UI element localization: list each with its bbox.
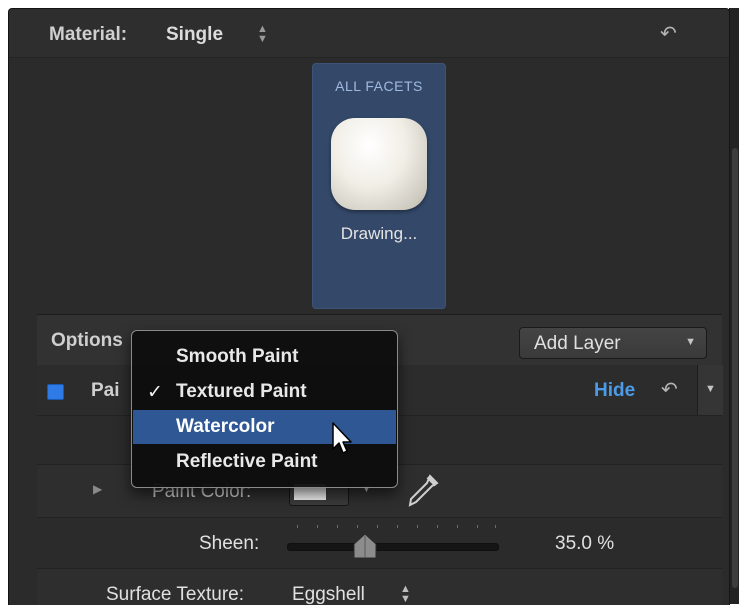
slider-ticks xyxy=(297,525,496,528)
eyedropper-icon[interactable] xyxy=(402,471,442,511)
sheen-row: Sheen: 35.0 % xyxy=(37,518,722,569)
menu-item-reflective-paint[interactable]: Reflective Paint xyxy=(133,445,396,479)
add-layer-popup[interactable]: Add Layer ▼ xyxy=(519,327,707,359)
scrollbar-thumb[interactable] xyxy=(732,148,738,588)
menu-item-smooth-paint[interactable]: Smooth Paint xyxy=(133,340,396,374)
up-down-arrows-icon[interactable]: ▲ ▼ xyxy=(257,24,268,45)
surface-texture-row: Surface Texture: Eggshell ▲ ▼ xyxy=(37,569,722,605)
hide-button[interactable]: Hide xyxy=(594,380,635,402)
up-down-arrows-icon[interactable]: ▲ ▼ xyxy=(400,584,411,605)
paint-layer-label: Pai xyxy=(91,380,120,401)
disclosure-triangle-icon[interactable]: ▶ xyxy=(93,482,102,496)
material-header: Material: Single ▲ ▼ ↶ xyxy=(9,9,729,58)
surface-texture-popup[interactable]: Eggshell xyxy=(292,584,365,605)
layer-enable-checkbox[interactable] xyxy=(47,384,64,400)
facet-title: ALL FACETS xyxy=(335,78,423,94)
sheen-slider[interactable] xyxy=(287,543,499,551)
menu-item-label: Watercolor xyxy=(176,416,275,437)
facet-tile[interactable]: ALL FACETS Drawing... xyxy=(312,63,446,309)
sheen-label: Sheen: xyxy=(199,533,260,554)
menu-item-textured-paint[interactable]: ✓ Textured Paint xyxy=(133,375,396,409)
surface-texture-label: Surface Texture: xyxy=(106,584,245,605)
sheen-value[interactable]: 35.0 % xyxy=(555,533,614,555)
menu-item-label: Smooth Paint xyxy=(176,346,299,367)
menu-item-label: Textured Paint xyxy=(176,381,307,402)
facet-name: Drawing... xyxy=(340,224,418,243)
vertical-scrollbar[interactable] xyxy=(729,8,739,604)
undo-arrow-icon[interactable]: ↶ xyxy=(661,377,678,402)
add-layer-label: Add Layer xyxy=(534,333,621,354)
material-inspector-panel: Material: Single ▲ ▼ ↶ ALL FACETS Drawing… xyxy=(8,8,730,605)
material-label: Material: xyxy=(49,24,128,45)
menu-item-watercolor[interactable]: Watercolor xyxy=(133,410,396,444)
material-popup[interactable]: Single xyxy=(166,24,223,46)
paint-type-menu: Smooth Paint ✓ Textured Paint Watercolor… xyxy=(131,330,398,488)
material-swatch xyxy=(331,118,427,210)
layer-menu-button[interactable]: ▼ xyxy=(697,365,723,415)
chevron-down-icon: ▼ xyxy=(685,336,696,348)
options-label: Options xyxy=(51,330,123,351)
checkmark-icon: ✓ xyxy=(147,382,163,403)
chevron-down-icon: ▼ xyxy=(705,383,716,395)
undo-arrow-icon[interactable]: ↶ xyxy=(660,21,677,46)
menu-item-label: Reflective Paint xyxy=(176,451,318,472)
slider-thumb[interactable] xyxy=(350,532,380,560)
mouse-pointer-icon xyxy=(332,422,352,454)
